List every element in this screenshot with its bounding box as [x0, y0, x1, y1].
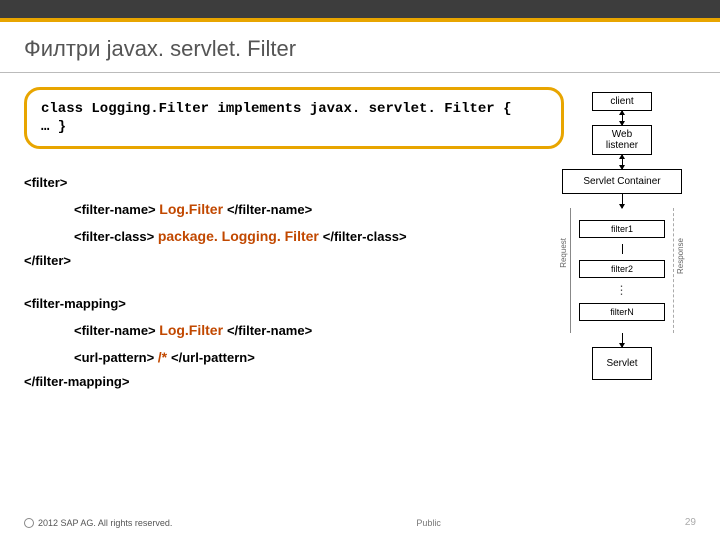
- url-pattern-open: <url-pattern>: [74, 350, 158, 365]
- filter2-box: filter2: [579, 260, 665, 278]
- servlet-container-box: Servlet Container: [562, 169, 682, 194]
- connector-icon: [552, 111, 692, 125]
- mapping-name-value: Log.Filter: [159, 322, 227, 338]
- brand-bar: [0, 0, 720, 22]
- filterN-box: filterN: [579, 303, 665, 321]
- connector-icon: [552, 333, 692, 347]
- url-pattern-close: </url-pattern>: [171, 350, 255, 365]
- page-title: Филтри javax. servlet. Filter: [0, 22, 720, 72]
- connector-icon: [552, 155, 692, 169]
- connector-icon: [552, 194, 692, 208]
- code-line-1: class Logging.Filter implements javax. s…: [41, 101, 511, 117]
- classification-label: Public: [416, 518, 441, 528]
- request-label: Request: [559, 238, 568, 268]
- code-snippet: class Logging.Filter implements javax. s…: [24, 87, 564, 149]
- copyright-icon: [24, 518, 34, 528]
- filter-name-open: <filter-name>: [74, 202, 159, 217]
- connector-icon: [571, 244, 673, 254]
- divider: [0, 72, 720, 73]
- filter-name-close: </filter-name>: [227, 202, 312, 217]
- servlet-box: Servlet: [592, 347, 652, 380]
- architecture-diagram: client Web listener Servlet Container Re…: [552, 92, 692, 380]
- web-listener-box: Web listener: [592, 125, 652, 155]
- ellipsis-icon: ⋮: [571, 284, 673, 297]
- copyright-text: 2012 SAP AG. All rights reserved.: [38, 518, 172, 528]
- url-pattern-value: /*: [158, 349, 171, 365]
- filter-chain: Request Response filter1 filter2 ⋮ filte…: [570, 208, 674, 333]
- filter-class-value: package. Logging. Filter: [158, 228, 323, 244]
- footer: 2012 SAP AG. All rights reserved. Public…: [24, 517, 696, 528]
- code-line-2: … }: [41, 119, 66, 135]
- page-number: 29: [685, 517, 696, 528]
- filter-class-open: <filter-class>: [74, 229, 158, 244]
- client-box: client: [592, 92, 652, 111]
- response-label: Response: [676, 238, 685, 274]
- filter-class-close: </filter-class>: [323, 229, 407, 244]
- mapping-name-open: <filter-name>: [74, 323, 159, 338]
- mapping-name-close: </filter-name>: [227, 323, 312, 338]
- filter-name-value: Log.Filter: [159, 201, 227, 217]
- filter1-box: filter1: [579, 220, 665, 238]
